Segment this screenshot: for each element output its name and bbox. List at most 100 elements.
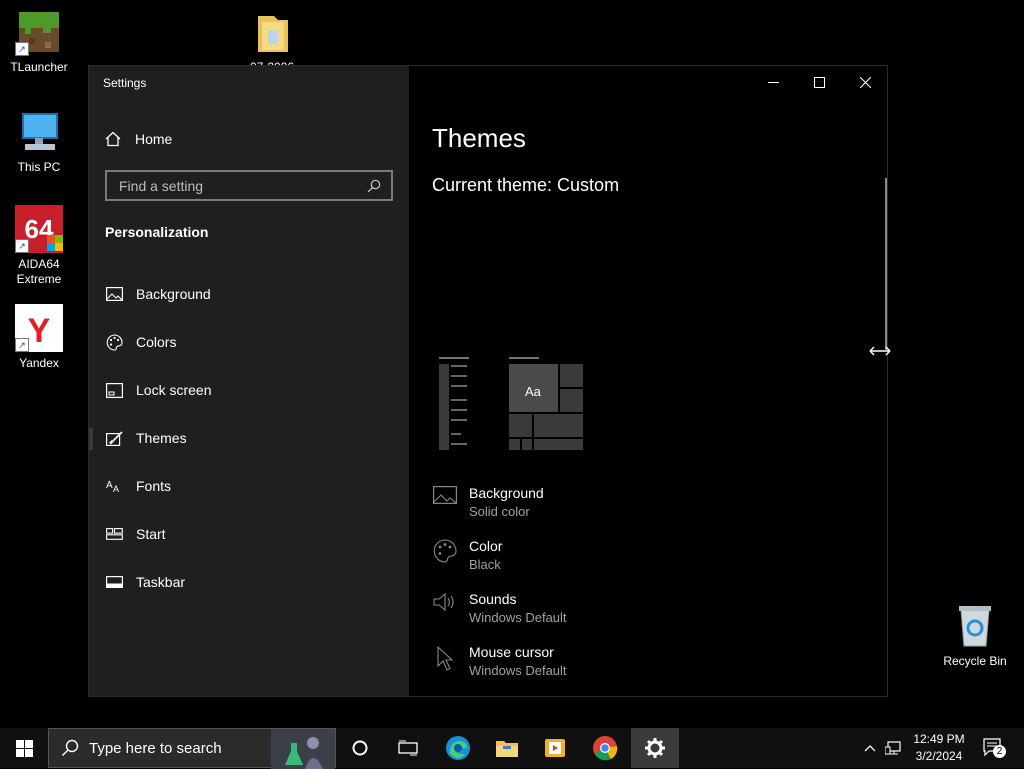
main-content: Themes Current theme: Custom Aa Backgrou… xyxy=(409,66,887,696)
gear-icon xyxy=(645,738,665,758)
clock-time: 12:49 PM xyxy=(913,732,965,746)
network-button[interactable] xyxy=(882,728,906,768)
desktop-icon-yandex[interactable]: Y ↗ Yandex xyxy=(3,304,75,371)
media-player-button[interactable] xyxy=(531,728,579,768)
settings-window: Settings Home Personalization Background xyxy=(88,65,891,697)
prop-name: Mouse cursor xyxy=(469,644,554,660)
settings-taskbar-button[interactable] xyxy=(631,728,679,768)
theme-properties: Background Solid color Color Black Sound… xyxy=(432,484,567,696)
aida64-icon: 64 ↗ xyxy=(15,205,63,253)
desktop-icon-label: Yandex xyxy=(19,356,59,370)
page-title: Themes xyxy=(432,123,526,153)
chrome-button[interactable] xyxy=(581,728,629,768)
yandex-icon: Y ↗ xyxy=(15,304,63,352)
search-icon xyxy=(61,739,79,757)
cursor-icon xyxy=(432,643,458,696)
sidebar-item-lock-screen[interactable]: Lock screen xyxy=(89,366,409,414)
sidebar-nav: Background Colors Lock screen Themes A A… xyxy=(89,270,409,606)
file-explorer-button[interactable] xyxy=(483,728,531,768)
start-button[interactable] xyxy=(0,728,48,768)
prop-value: Windows Default xyxy=(469,610,567,625)
picture-icon xyxy=(432,484,458,537)
chevron-up-icon xyxy=(864,745,876,752)
windows-logo-icon xyxy=(15,739,33,757)
desktop-icon-label: Recycle Bin xyxy=(943,654,1007,668)
taskbar: Type here to search 12:49 PM 3/2/2024 2 xyxy=(0,728,1024,769)
resize-cursor-icon xyxy=(869,344,891,362)
theme-prop-background[interactable]: Background Solid color xyxy=(432,484,567,537)
show-hidden-icons-button[interactable] xyxy=(860,728,880,768)
search-icon[interactable] xyxy=(367,179,381,193)
edge-icon xyxy=(446,736,470,760)
cortana-icon xyxy=(352,740,368,756)
taskbar-search-box[interactable]: Type here to search xyxy=(48,728,336,769)
desktop-icon-recycle-bin[interactable]: Recycle Bin xyxy=(939,602,1011,669)
sidebar-item-taskbar[interactable]: Taskbar xyxy=(89,558,409,606)
desktop-icon-aida64[interactable]: 64 ↗ AIDA64 Extreme xyxy=(3,205,75,287)
palette-icon xyxy=(105,333,123,351)
prop-value: Solid color xyxy=(469,504,530,519)
svg-text:A: A xyxy=(106,480,113,491)
window-title: Settings xyxy=(103,76,147,90)
current-theme-label: Current theme: Custom xyxy=(432,175,620,195)
search-highlight-icon xyxy=(271,729,335,769)
sidebar: Settings Home Personalization Background xyxy=(89,66,409,696)
cortana-button[interactable] xyxy=(336,728,384,768)
scrollbar[interactable] xyxy=(885,178,887,350)
computer-icon xyxy=(15,108,63,156)
home-nav[interactable]: Home xyxy=(105,129,172,149)
edge-button[interactable] xyxy=(434,728,482,768)
sidebar-item-colors[interactable]: Colors xyxy=(89,318,409,366)
notification-badge: 2 xyxy=(993,745,1006,758)
desktop-icon-tlauncher[interactable]: ↗ TLauncher xyxy=(3,8,75,75)
sidebar-item-label: Themes xyxy=(136,430,187,446)
picture-icon xyxy=(105,287,123,301)
desktop-icon-label: TLauncher xyxy=(10,60,68,74)
sidebar-item-label: Lock screen xyxy=(136,382,212,398)
preview-text: Aa xyxy=(525,384,541,399)
sidebar-item-start[interactable]: Start xyxy=(89,510,409,558)
find-setting-input[interactable] xyxy=(117,176,367,195)
tlauncher-icon: ↗ xyxy=(15,8,63,56)
speaker-icon xyxy=(432,590,458,643)
theme-prop-color[interactable]: Color Black xyxy=(432,537,567,590)
sidebar-item-label: Taskbar xyxy=(136,574,186,590)
clock-date: 3/2/2024 xyxy=(915,749,963,763)
sidebar-item-themes[interactable]: Themes xyxy=(89,414,409,462)
desktop-icon-label: AIDA64 Extreme xyxy=(16,257,62,286)
prop-value: Black xyxy=(469,557,501,572)
network-icon xyxy=(885,741,901,755)
recycle-bin-icon xyxy=(951,602,999,650)
sidebar-item-label: Start xyxy=(136,526,166,542)
action-center-button[interactable]: 2 xyxy=(980,728,1008,768)
sidebar-item-label: Background xyxy=(136,286,211,302)
task-view-button[interactable] xyxy=(384,728,432,768)
prop-name: Sounds xyxy=(469,591,517,607)
fonts-icon: AA xyxy=(105,479,123,493)
theme-preview[interactable]: Aa xyxy=(437,356,587,452)
desktop-icon-this-pc[interactable]: This PC xyxy=(3,108,75,175)
sidebar-item-fonts[interactable]: AA Fonts xyxy=(89,462,409,510)
theme-prop-sounds[interactable]: Sounds Windows Default xyxy=(432,590,567,643)
lock-screen-icon xyxy=(105,382,123,398)
desktop-icon-label: This PC xyxy=(17,160,61,174)
palette-icon xyxy=(432,537,458,590)
folder-icon xyxy=(496,741,518,757)
prop-value: Windows Default xyxy=(469,663,567,678)
prop-name: Color xyxy=(469,538,503,554)
sidebar-item-label: Colors xyxy=(136,334,177,350)
desktop-icon-folder[interactable]: 07-2006 xyxy=(236,8,308,68)
taskbar-search-placeholder: Type here to search xyxy=(89,739,222,757)
svg-text:Y: Y xyxy=(28,312,51,350)
home-label: Home xyxy=(135,131,173,147)
media-player-icon xyxy=(545,739,565,757)
sidebar-item-background[interactable]: Background xyxy=(89,270,409,318)
themes-icon xyxy=(105,430,123,446)
task-view-icon xyxy=(398,740,418,756)
theme-prop-mouse-cursor[interactable]: Mouse cursor Windows Default xyxy=(432,643,567,696)
find-setting-search[interactable] xyxy=(105,170,393,201)
svg-text:A: A xyxy=(113,484,119,493)
taskbar-icon xyxy=(105,576,123,588)
home-icon xyxy=(105,131,121,147)
system-clock[interactable]: 12:49 PM 3/2/2024 xyxy=(904,731,974,765)
